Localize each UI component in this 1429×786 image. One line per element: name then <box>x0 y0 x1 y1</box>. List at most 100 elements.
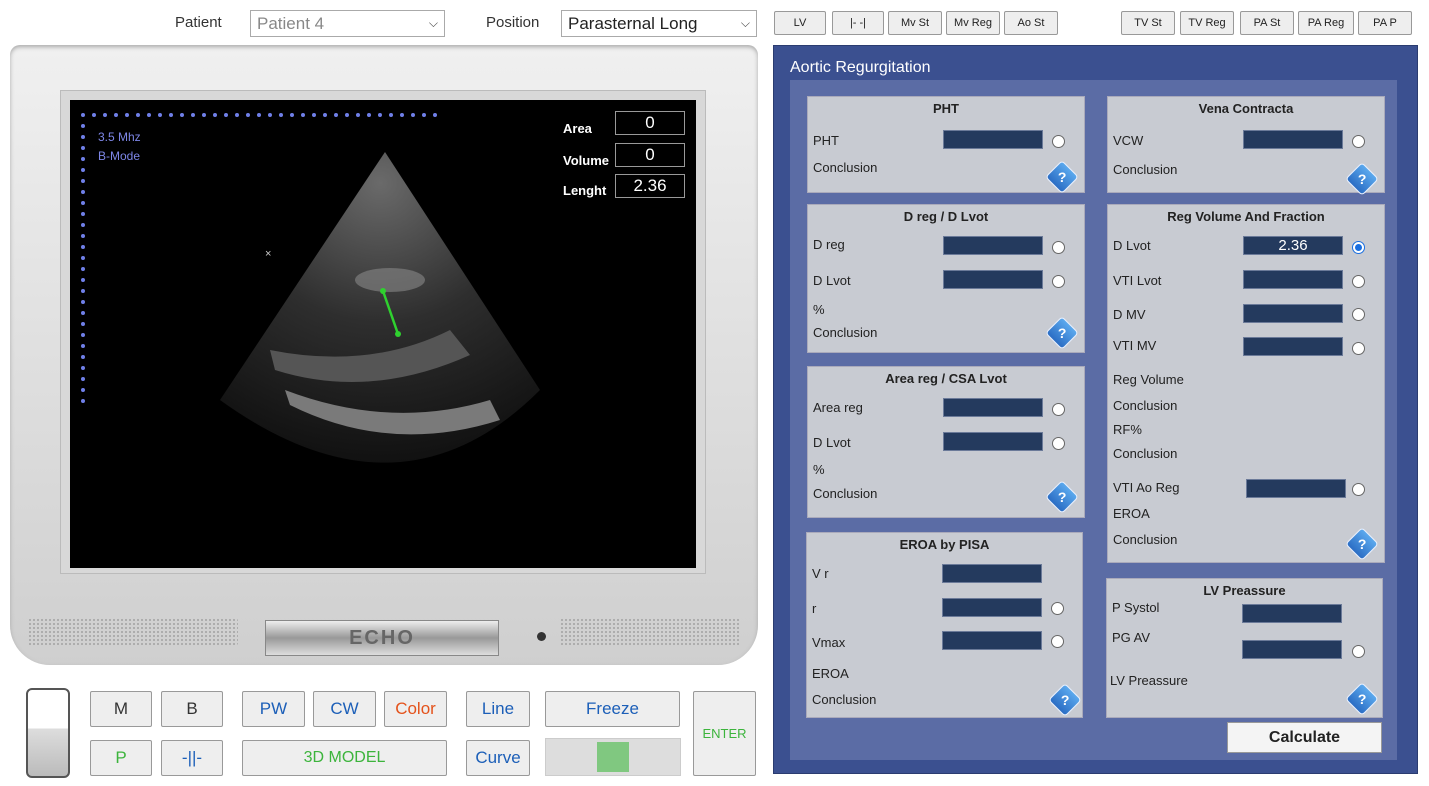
card-title: Area reg / CSA Lvot <box>885 371 1007 386</box>
vmax-input[interactable] <box>942 631 1042 650</box>
view-button-mv-reg[interactable]: Mv Reg <box>946 11 1000 35</box>
pg-av-radio[interactable] <box>1352 645 1365 658</box>
view-button-mv-st[interactable]: Mv St <box>888 11 942 35</box>
conclusion-label: Conclusion <box>813 486 878 501</box>
dlvot-label: D Lvot <box>1113 238 1151 253</box>
calculate-button[interactable]: Calculate <box>1227 722 1382 753</box>
dlvot-radio[interactable] <box>1352 241 1365 254</box>
card-lv-preassure: LV Preassure P Systol PG AV LV Preassure… <box>1106 578 1383 718</box>
view-button-pa-reg[interactable]: PA Reg <box>1298 11 1354 35</box>
line-button[interactable]: Line <box>466 691 530 727</box>
dmv-input[interactable] <box>1243 304 1343 323</box>
view-button-ao-st[interactable]: Ao St <box>1004 11 1058 35</box>
dlvot-input[interactable]: 2.36 <box>1243 236 1343 255</box>
vmax-radio[interactable] <box>1051 635 1064 648</box>
vti-ao-reg-radio[interactable] <box>1352 483 1365 496</box>
pht-label: PHT <box>813 133 839 148</box>
volume-label: Volume <box>563 153 609 168</box>
percent-label: % <box>813 462 825 477</box>
dreg-radio[interactable] <box>1052 241 1065 254</box>
r-input[interactable] <box>942 598 1042 617</box>
ultrasound-screen[interactable]: 3.5 Mhz B-Mode × Area 0 Volume 0 Lenght … <box>70 100 696 568</box>
enter-button[interactable]: ENTER <box>693 691 756 776</box>
vti-ao-reg-input[interactable] <box>1246 479 1346 498</box>
help-icon[interactable]: ? <box>1048 683 1082 717</box>
vti-mv-radio[interactable] <box>1352 342 1365 355</box>
view-button-pa-p[interactable]: PA P <box>1358 11 1412 35</box>
view-button-lv[interactable]: LV <box>774 11 826 35</box>
conclusion-label: Conclusion <box>1113 532 1178 547</box>
chevron-down-icon: ⌵ <box>428 16 438 30</box>
dlvot-radio[interactable] <box>1052 437 1065 450</box>
vcw-radio[interactable] <box>1352 135 1365 148</box>
eroa-label: EROA <box>812 666 849 681</box>
help-icon[interactable]: ? <box>1045 160 1079 194</box>
area-readout: Area 0 <box>563 109 685 136</box>
vr-label: V r <box>812 566 829 581</box>
dmv-radio[interactable] <box>1352 308 1365 321</box>
vti-ao-reg-label: VTI Ao Reg <box>1113 480 1180 495</box>
r-radio[interactable] <box>1051 602 1064 615</box>
help-icon[interactable]: ? <box>1345 682 1379 716</box>
pw-button[interactable]: PW <box>242 691 305 727</box>
mode-m-button[interactable]: M <box>90 691 152 727</box>
freeze-slider[interactable] <box>545 738 681 776</box>
area-value: 0 <box>615 110 685 135</box>
vti-lvot-label: VTI Lvot <box>1113 273 1162 288</box>
patient-label: Patient <box>175 14 222 31</box>
3d-model-button[interactable]: 3D MODEL <box>242 740 447 776</box>
pg-av-label: PG AV <box>1112 630 1151 645</box>
app-root: Patient Patient 4 ⌵ Position Parasternal… <box>0 0 1429 786</box>
card-pht: PHT PHT Conclusion ? <box>807 96 1085 194</box>
areareg-input[interactable] <box>943 398 1043 417</box>
dlvot-radio[interactable] <box>1052 275 1065 288</box>
view-button-tv-reg[interactable]: TV Reg <box>1180 11 1234 35</box>
dlvot-input[interactable] <box>943 270 1043 289</box>
cursor-marker-icon: × <box>265 248 272 260</box>
pht-input[interactable] <box>943 130 1043 149</box>
vti-lvot-radio[interactable] <box>1352 275 1365 288</box>
view-button-tv-st[interactable]: TV St <box>1121 11 1175 35</box>
pg-av-input[interactable] <box>1242 640 1342 659</box>
color-button[interactable]: Color <box>384 691 447 727</box>
position-label: Position <box>486 14 540 31</box>
conclusion-label: Conclusion <box>1113 446 1178 461</box>
dreg-label: D reg <box>813 237 845 252</box>
position-select-value: Parasternal Long <box>568 13 698 33</box>
help-icon[interactable]: ? <box>1045 316 1079 350</box>
vti-mv-input[interactable] <box>1243 337 1343 356</box>
conclusion-label: Conclusion <box>813 325 878 340</box>
areareg-radio[interactable] <box>1052 403 1065 416</box>
vmax-label: Vmax <box>812 635 846 650</box>
help-icon[interactable]: ? <box>1045 480 1079 514</box>
cw-button[interactable]: CW <box>313 691 376 727</box>
vcw-input[interactable] <box>1243 130 1343 149</box>
split-button[interactable]: -||- <box>161 740 223 776</box>
vti-lvot-input[interactable] <box>1243 270 1343 289</box>
freeze-button[interactable]: Freeze <box>545 691 680 727</box>
pht-radio[interactable] <box>1052 135 1065 148</box>
p-systol-input[interactable] <box>1242 604 1342 623</box>
dreg-input[interactable] <box>943 236 1043 255</box>
conclusion-label: Conclusion <box>812 692 877 707</box>
help-icon[interactable]: ? <box>1345 527 1379 561</box>
card-title: Reg Volume And Fraction <box>1167 209 1325 224</box>
view-button-pa-st[interactable]: PA St <box>1240 11 1294 35</box>
card-reg-volume-fraction: Reg Volume And Fraction D Lvot 2.36 VTI … <box>1107 204 1385 563</box>
patient-select[interactable]: Patient 4 ⌵ <box>250 10 445 37</box>
mode-p-button[interactable]: P <box>90 740 152 776</box>
rf-label: RF% <box>1113 422 1142 437</box>
vr-input[interactable] <box>942 564 1042 583</box>
view-button-split[interactable]: |- -| <box>832 11 884 35</box>
curve-button[interactable]: Curve <box>466 740 530 776</box>
card-title: Vena Contracta <box>1198 101 1294 116</box>
dlvot-input[interactable] <box>943 432 1043 451</box>
r-label: r <box>812 601 817 616</box>
mode-b-button[interactable]: B <box>161 691 223 727</box>
position-select[interactable]: Parasternal Long ⌵ <box>561 10 757 37</box>
power-led-icon <box>537 632 546 641</box>
freeze-slider-handle[interactable] <box>597 742 629 772</box>
probe-switch[interactable] <box>26 688 70 778</box>
help-icon[interactable]: ? <box>1345 162 1379 196</box>
volume-readout: Volume 0 <box>563 141 685 168</box>
